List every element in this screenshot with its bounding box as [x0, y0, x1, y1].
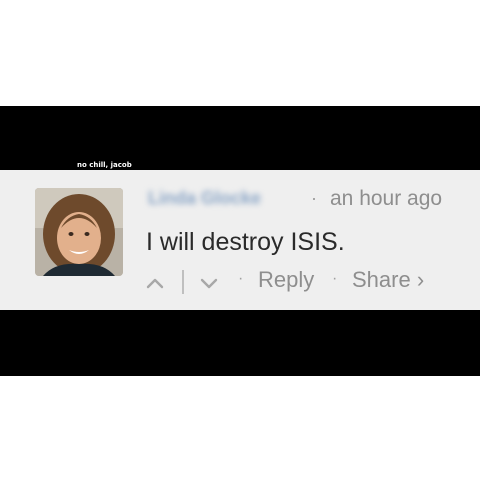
reply-button[interactable]: Reply	[258, 267, 314, 293]
meme-caption: no chill, jacob	[77, 161, 132, 169]
chevron-up-icon	[146, 278, 164, 289]
downvote-button[interactable]	[198, 272, 220, 294]
action-separator: ·	[238, 270, 244, 287]
meta-separator: ·	[311, 188, 317, 208]
action-separator: ·	[332, 270, 338, 287]
chevron-down-icon	[200, 278, 218, 289]
vote-divider	[182, 270, 184, 294]
upvote-button[interactable]	[144, 272, 166, 294]
comment-card: Linda Glocke · an hour ago I will destro…	[0, 170, 480, 310]
comment-timestamp[interactable]: an hour ago	[330, 187, 442, 211]
comment-author[interactable]: Linda Glocke	[148, 188, 261, 209]
avatar-photo	[35, 188, 123, 276]
share-button[interactable]: Share ›	[352, 267, 424, 293]
comment-text: I will destroy ISIS.	[146, 228, 345, 256]
comment-actions: · Reply · Share ›	[142, 267, 462, 297]
avatar[interactable]	[35, 188, 123, 276]
meme-canvas: no chill, jacob Linda Glocke · an hour a…	[0, 0, 480, 480]
